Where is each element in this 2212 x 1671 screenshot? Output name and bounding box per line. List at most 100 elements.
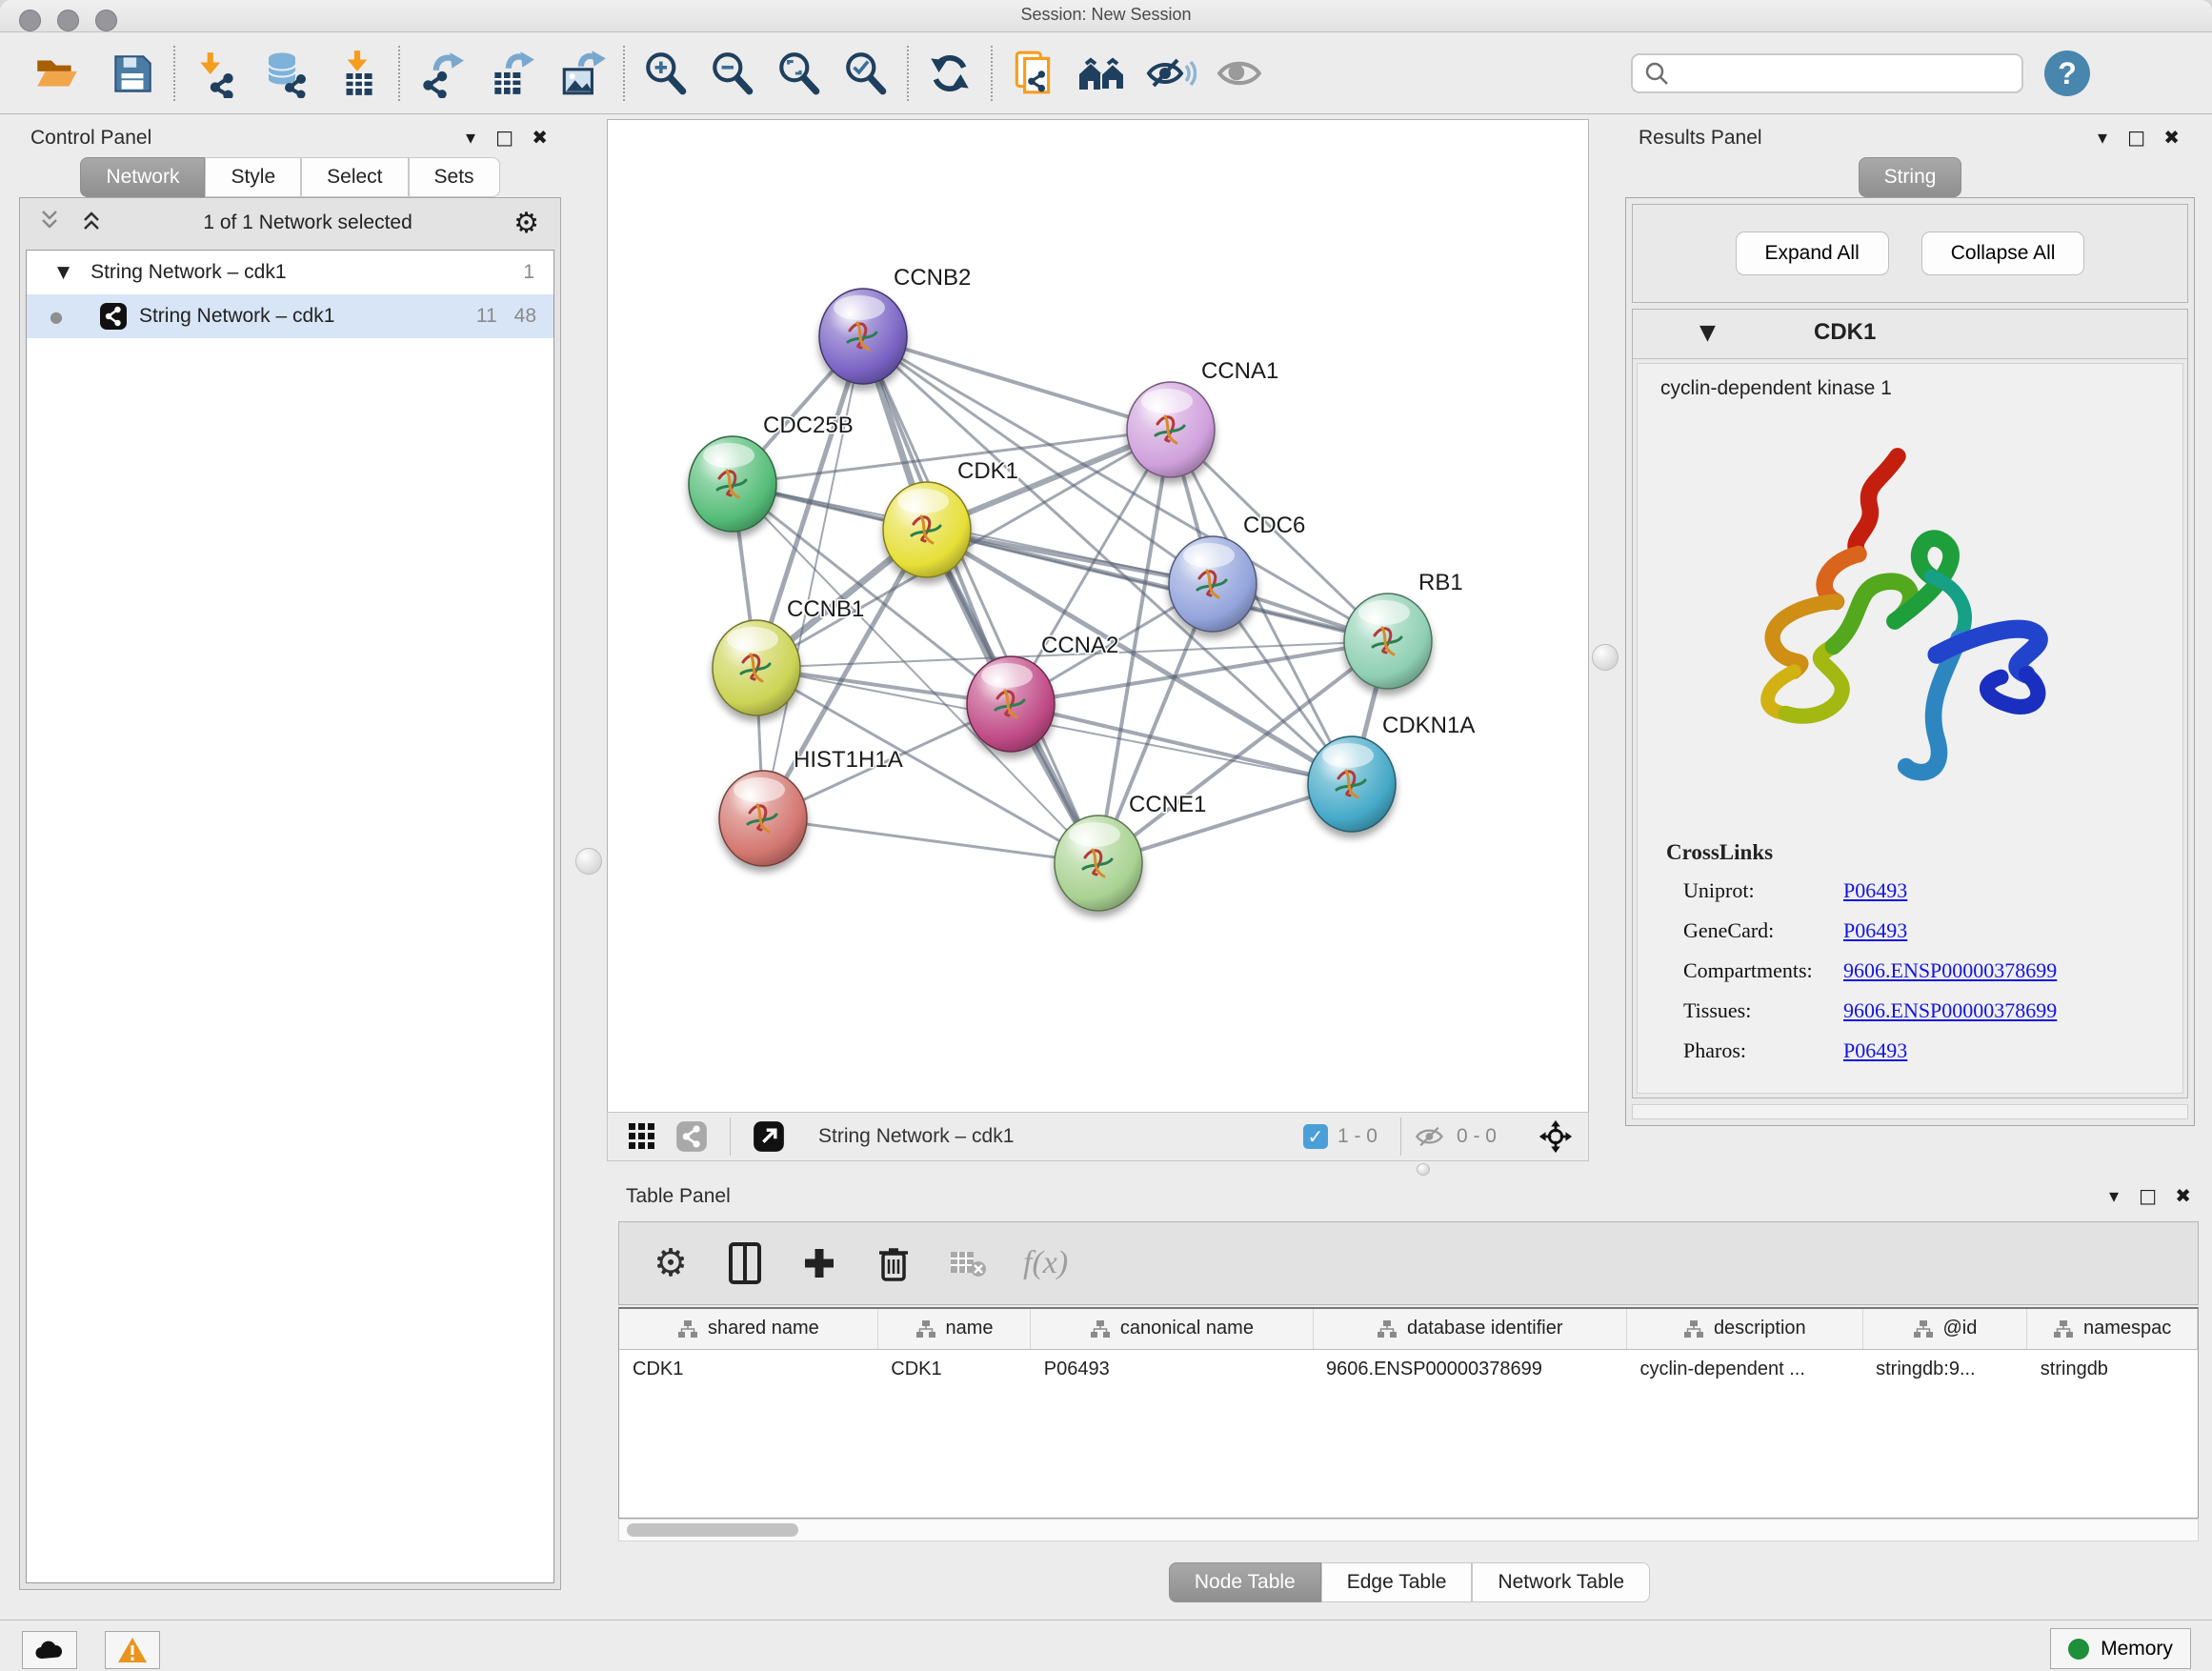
import-network-file-button[interactable] xyxy=(187,44,246,103)
import-table-file-button[interactable] xyxy=(328,44,387,103)
edge-HIST1H1A-CCNE1[interactable] xyxy=(763,818,1098,863)
edge-CCNA2-CDKN1A[interactable] xyxy=(1011,704,1352,784)
delete-table-icon[interactable] xyxy=(943,1238,993,1288)
node-CCNA2[interactable] xyxy=(967,656,1055,752)
edge-CCNB2-CCNE1[interactable] xyxy=(863,336,1098,863)
tab-style[interactable]: Style xyxy=(205,157,301,197)
crosslink-uniprot[interactable]: P06493 xyxy=(1843,878,1907,903)
node-CCNB1[interactable] xyxy=(713,620,800,715)
table-cell[interactable]: 9606.ENSP00000378699 xyxy=(1313,1349,1626,1389)
tab-select[interactable]: Select xyxy=(301,157,408,197)
crosslink-pharos[interactable]: P06493 xyxy=(1843,1038,1907,1063)
memory-button[interactable]: Memory xyxy=(2050,1628,2191,1669)
node-CCNE1[interactable] xyxy=(1055,815,1142,911)
collapse-all-button[interactable]: Collapse All xyxy=(1921,232,2085,275)
table-horizontal-scrollbar[interactable] xyxy=(618,1519,2199,1541)
table-cell[interactable]: P06493 xyxy=(1031,1349,1313,1389)
collapse-entry-icon[interactable]: ▼ xyxy=(1699,321,1716,345)
apply-layout-button[interactable] xyxy=(920,44,979,103)
tab-network[interactable]: Network xyxy=(80,157,205,197)
search-input[interactable] xyxy=(1677,57,2021,90)
node-HIST1H1A[interactable] xyxy=(719,771,807,866)
panel-collapse-icon[interactable]: ▾ xyxy=(2103,1183,2124,1208)
export-image-button[interactable] xyxy=(553,44,612,103)
crosslink-compartments[interactable]: 9606.ENSP00000378699 xyxy=(1843,958,2057,983)
panel-collapse-icon[interactable]: ▾ xyxy=(2092,125,2113,150)
node-CDC25B[interactable] xyxy=(689,436,776,532)
tab-network-table[interactable]: Network Table xyxy=(1472,1562,1650,1602)
delete-column-icon[interactable] xyxy=(869,1238,918,1288)
tab-edge-table[interactable]: Edge Table xyxy=(1321,1562,1473,1602)
cloud-status-button[interactable] xyxy=(22,1631,77,1669)
table-cell[interactable]: CDK1 xyxy=(877,1349,1031,1389)
table-options-gear-icon[interactable]: ⚙ xyxy=(646,1238,695,1288)
save-session-button[interactable] xyxy=(103,44,162,103)
open-in-browser-icon[interactable] xyxy=(744,1112,794,1161)
table-cell[interactable]: stringdb xyxy=(2027,1349,2198,1389)
string-style-icon[interactable] xyxy=(667,1112,716,1161)
node-details-header[interactable]: ▼ CDK1 xyxy=(1633,310,2187,359)
panel-close-icon[interactable]: ✖ xyxy=(2158,125,2185,150)
column-header-namespac[interactable]: namespac xyxy=(2027,1309,2198,1349)
node-CDC6[interactable] xyxy=(1169,536,1257,632)
show-columns-icon[interactable] xyxy=(720,1238,770,1288)
network-options-gear-icon[interactable]: ⚙ xyxy=(508,206,545,241)
show-all-button[interactable] xyxy=(1073,44,1132,103)
table-cell[interactable]: cyclin-dependent ... xyxy=(1626,1349,1862,1389)
expand-all-button[interactable]: Expand All xyxy=(1736,232,1889,275)
column-header-description[interactable]: description xyxy=(1626,1309,1862,1349)
collapse-all-networks-icon[interactable] xyxy=(33,208,66,238)
import-network-database-button[interactable] xyxy=(257,44,316,103)
show-selected-button[interactable] xyxy=(1210,44,1269,103)
function-builder-icon[interactable]: f(x) xyxy=(1017,1244,1074,1282)
zoom-fit-button[interactable] xyxy=(770,44,829,103)
column-header-shared-name[interactable]: shared name xyxy=(619,1309,877,1349)
create-column-icon[interactable] xyxy=(794,1238,844,1288)
network-row[interactable]: ● String Network – cdk1 11 48 xyxy=(27,294,553,338)
left-splitter-handle[interactable] xyxy=(575,848,602,875)
node-CCNA1[interactable] xyxy=(1127,382,1215,477)
warnings-button[interactable] xyxy=(105,1631,160,1669)
node-RB1[interactable] xyxy=(1344,594,1432,689)
export-network-button[interactable] xyxy=(412,44,471,103)
column-header-canonical-name[interactable]: canonical name xyxy=(1031,1309,1313,1349)
scrollbar-thumb[interactable] xyxy=(627,1523,798,1537)
panel-collapse-icon[interactable]: ▾ xyxy=(460,125,481,150)
expand-all-networks-icon[interactable] xyxy=(75,208,108,238)
panel-float-icon[interactable]: □ xyxy=(2133,1183,2162,1208)
network-collection-row[interactable]: ▼ String Network – cdk1 1 xyxy=(27,251,553,294)
open-file-button[interactable] xyxy=(27,44,86,103)
selected-checkbox-icon[interactable]: ✓ xyxy=(1303,1124,1328,1149)
network-canvas[interactable]: CCNB2CCNA1CDC25BCDK1CDC6RB1CCNB1CCNA2CDK… xyxy=(607,119,1589,1112)
tab-node-table[interactable]: Node Table xyxy=(1169,1562,1321,1602)
fit-content-icon[interactable] xyxy=(1531,1112,1580,1161)
tree-expander-icon[interactable]: ▼ xyxy=(57,263,70,282)
zoom-out-button[interactable] xyxy=(703,44,762,103)
right-splitter-handle[interactable] xyxy=(1592,644,1619,671)
zoom-selected-button[interactable] xyxy=(836,44,895,103)
hide-selected-button[interactable] xyxy=(1141,44,1200,103)
node-CDK1[interactable] xyxy=(883,482,971,577)
edge-CCNB2-CCNA1[interactable] xyxy=(863,336,1171,430)
node-CDKN1A[interactable] xyxy=(1308,736,1396,832)
node-CCNB2[interactable] xyxy=(819,289,907,384)
clone-network-button[interactable] xyxy=(1004,44,1063,103)
table-cell[interactable]: stringdb:9... xyxy=(1862,1349,2027,1389)
crosslink-tissues[interactable]: 9606.ENSP00000378699 xyxy=(1843,998,2057,1023)
panel-close-icon[interactable]: ✖ xyxy=(2169,1183,2197,1208)
results-horizontal-scrollbar[interactable] xyxy=(1632,1104,2188,1119)
table-row[interactable]: CDK1CDK1P064939606.ENSP00000378699cyclin… xyxy=(619,1349,2198,1389)
birds-eye-view-icon[interactable] xyxy=(617,1112,667,1161)
table-cell[interactable]: CDK1 xyxy=(619,1349,877,1389)
horizontal-splitter-handle[interactable] xyxy=(1417,1163,1430,1176)
export-table-button[interactable] xyxy=(482,44,541,103)
panel-close-icon[interactable]: ✖ xyxy=(526,125,553,150)
tab-string[interactable]: String xyxy=(1859,157,1962,197)
tab-sets[interactable]: Sets xyxy=(409,157,500,197)
zoom-in-button[interactable] xyxy=(636,44,695,103)
help-button[interactable]: ? xyxy=(2044,50,2090,96)
column-header-database-identifier[interactable]: database identifier xyxy=(1313,1309,1626,1349)
column-header-name[interactable]: name xyxy=(877,1309,1031,1349)
panel-float-icon[interactable]: □ xyxy=(490,125,519,150)
crosslink-genecard[interactable]: P06493 xyxy=(1843,918,1907,943)
